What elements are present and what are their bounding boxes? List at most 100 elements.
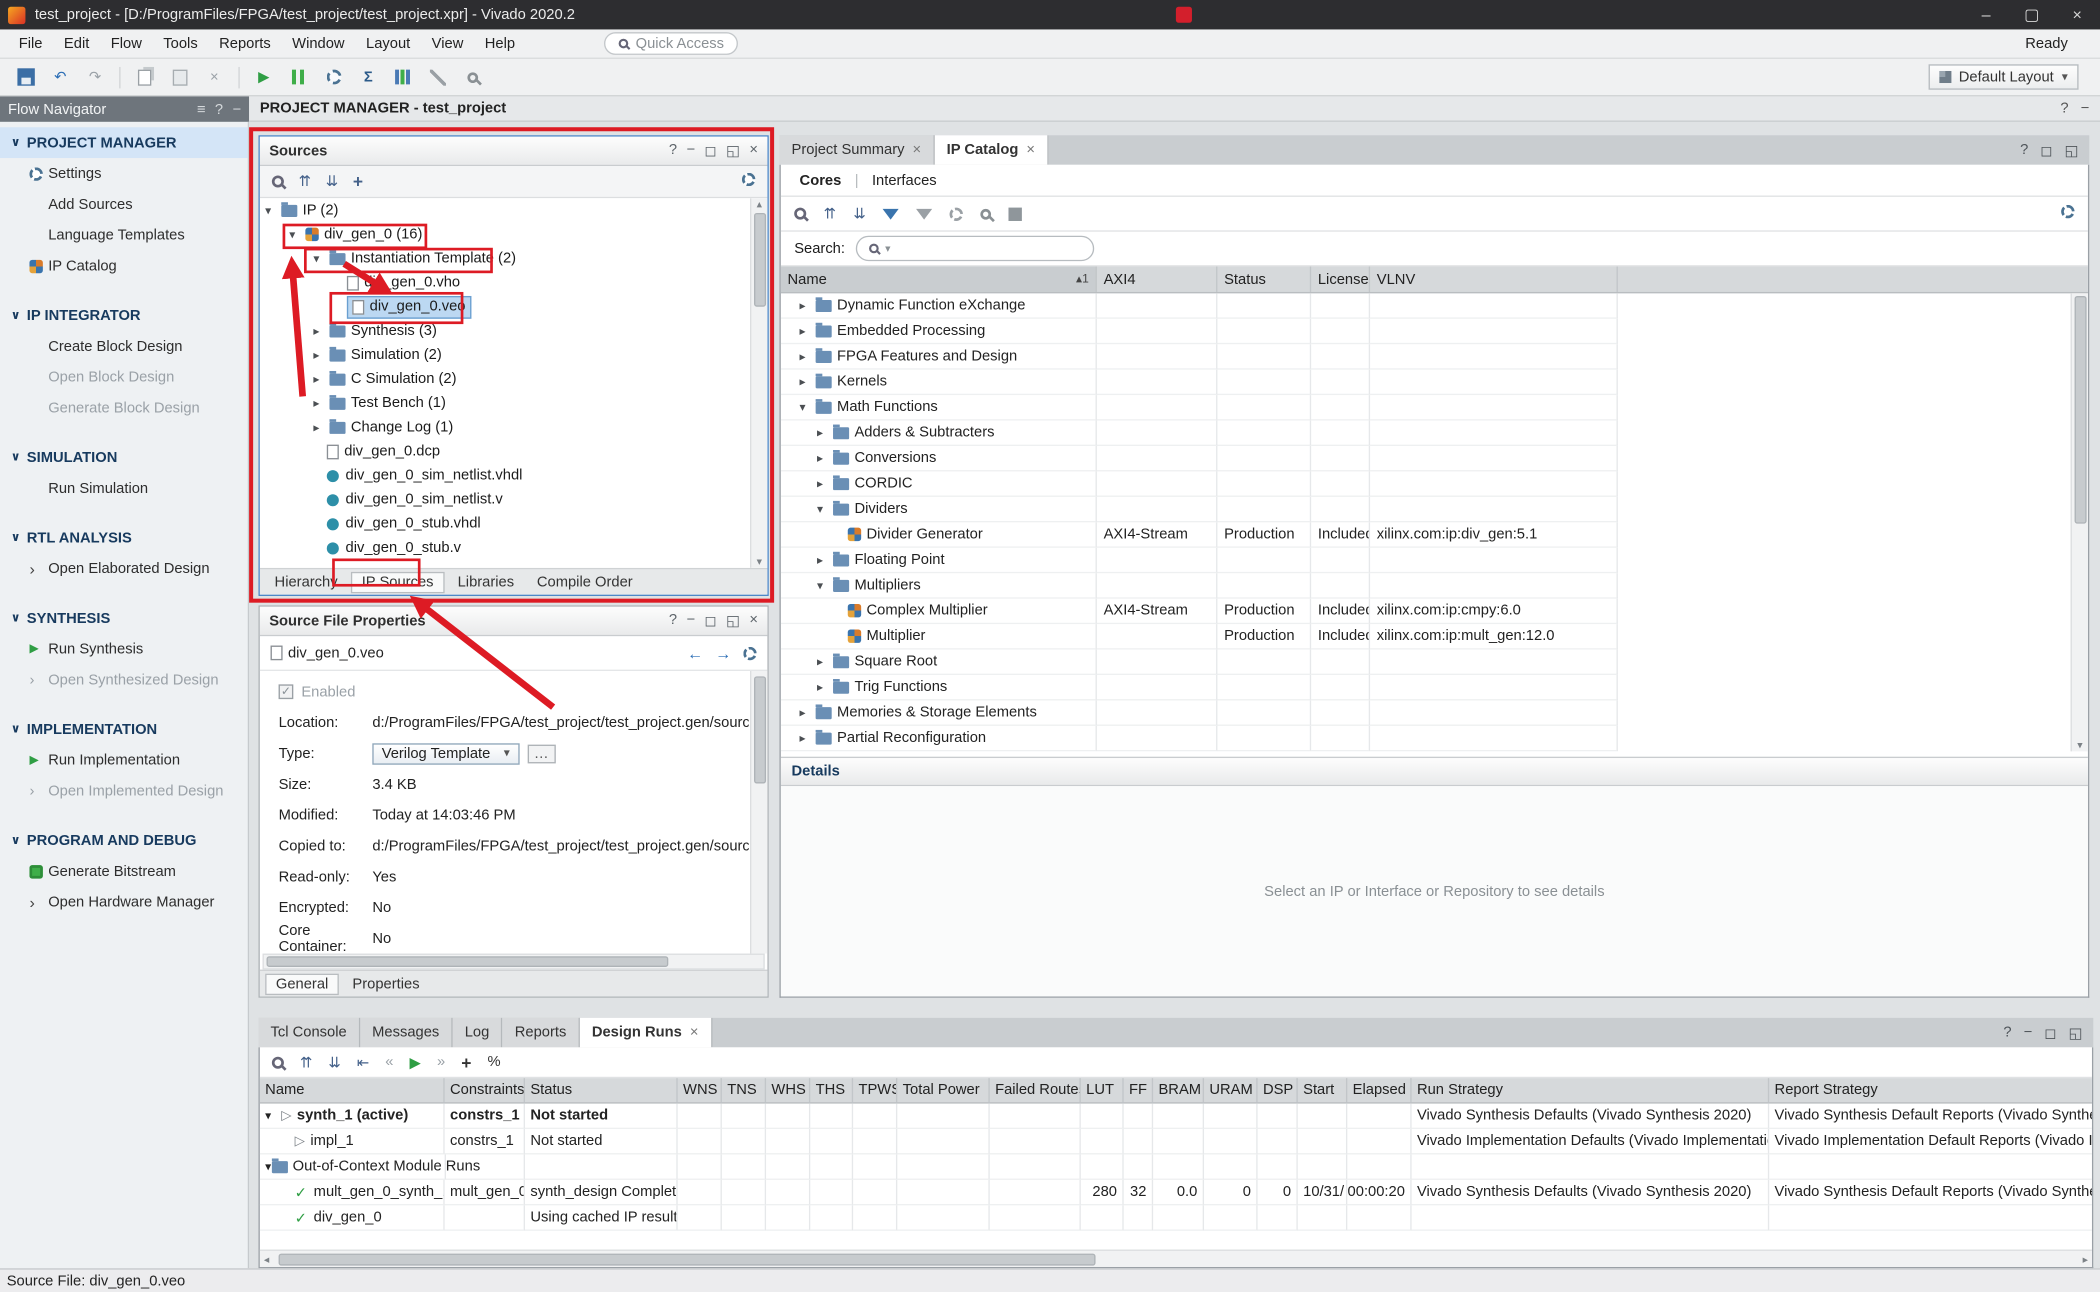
column-header[interactable]: LUT bbox=[1081, 1078, 1124, 1102]
maximize-icon[interactable]: ◱ bbox=[726, 142, 740, 159]
sidebar-item-implementation[interactable]: ∨ IMPLEMENTATION bbox=[0, 714, 248, 745]
menu-flow[interactable]: Flow bbox=[100, 29, 153, 57]
tree-row-change-log[interactable]: ▸ Change Log (1) bbox=[260, 415, 750, 439]
tree-row-simulation[interactable]: ▸ Simulation (2) bbox=[260, 343, 750, 367]
catalog-row[interactable]: ▸Conversions bbox=[781, 446, 2088, 471]
sidebar-item-ip-integrator[interactable]: ∨ IP INTEGRATOR bbox=[0, 300, 248, 331]
tree-row-stub-vhdl[interactable]: div_gen_0_stub.vhdl bbox=[260, 512, 750, 536]
catalog-row[interactable]: ▸FPGA Features and Design bbox=[781, 344, 2088, 369]
sum-button[interactable]: Σ bbox=[354, 62, 383, 91]
tab-project-summary[interactable]: Project Summary × bbox=[779, 135, 934, 164]
step-forward-icon[interactable]: » bbox=[437, 1054, 445, 1070]
sources-vertical-scrollbar[interactable]: ▴ ▾ bbox=[750, 198, 767, 568]
scroll-down-icon[interactable]: ▾ bbox=[2077, 739, 2082, 751]
column-header[interactable]: Run Strategy bbox=[1412, 1078, 1770, 1102]
catalog-row[interactable]: ▸CORDIC bbox=[781, 471, 2088, 496]
stop-icon[interactable] bbox=[1009, 207, 1022, 220]
collapse-all-icon[interactable]: ⇈ bbox=[300, 1053, 312, 1070]
scrollbar-thumb[interactable] bbox=[2074, 296, 2086, 524]
collapse-all-icon[interactable]: ⇈ bbox=[824, 205, 836, 222]
maximize-icon[interactable]: ◱ bbox=[2065, 141, 2079, 158]
sidebar-item-open-synthesized-design[interactable]: › Open Synthesized Design bbox=[0, 664, 248, 695]
column-header[interactable]: Start bbox=[1298, 1078, 1348, 1102]
sidebar-item-synthesis[interactable]: ∨ SYNTHESIS bbox=[0, 603, 248, 634]
sidebar-item-generate-block-design[interactable]: Generate Block Design bbox=[0, 392, 248, 423]
catalog-row-dividers[interactable]: ▾Dividers bbox=[781, 497, 2088, 522]
tab-messages[interactable]: Messages bbox=[360, 1018, 453, 1047]
maximize-icon[interactable]: ◱ bbox=[2069, 1024, 2083, 1041]
column-header[interactable]: Failed Routes bbox=[990, 1078, 1081, 1102]
copy-button[interactable] bbox=[130, 62, 159, 91]
tree-row-test-bench[interactable]: ▸ Test Bench (1) bbox=[260, 391, 750, 415]
minimize-icon[interactable]: − bbox=[686, 142, 695, 159]
float-icon[interactable]: ◻ bbox=[704, 142, 716, 159]
tree-row-dcp[interactable]: div_gen_0.dcp bbox=[260, 439, 750, 463]
tree-row-div-gen-0[interactable]: ▾ div_gen_0 (16) bbox=[260, 222, 750, 246]
scroll-down-icon[interactable]: ▾ bbox=[757, 556, 762, 568]
catalog-row[interactable]: ▸Trig Functions bbox=[781, 675, 2088, 700]
catalog-search-input[interactable]: ▾ bbox=[856, 236, 1094, 261]
workspace-minimize-icon[interactable]: − bbox=[2081, 100, 2090, 116]
edit-button[interactable] bbox=[423, 62, 452, 91]
sidebar-item-rtl-analysis[interactable]: ∨ RTL ANALYSIS bbox=[0, 522, 248, 553]
catalog-row-math-functions[interactable]: ▾Math Functions bbox=[781, 395, 2088, 420]
help-icon[interactable]: ? bbox=[669, 142, 677, 159]
scrollbar-thumb[interactable] bbox=[753, 213, 765, 307]
flow-navigator-collapse-icon[interactable]: − bbox=[232, 101, 241, 117]
menu-edit[interactable]: Edit bbox=[53, 29, 100, 57]
run-row-impl-1[interactable]: ▷impl_1 constrs_1 Not started Vivado Imp… bbox=[260, 1129, 2092, 1154]
type-select[interactable]: Verilog Template ▾ bbox=[372, 743, 519, 764]
type-more-button[interactable]: … bbox=[527, 744, 555, 763]
close-icon[interactable]: × bbox=[913, 142, 922, 158]
undo-button[interactable]: ↶ bbox=[46, 62, 75, 91]
search-icon[interactable] bbox=[794, 208, 806, 220]
column-header[interactable]: Total Power bbox=[897, 1078, 989, 1102]
catalog-row[interactable]: ▸Dynamic Function eXchange bbox=[781, 293, 2088, 318]
window-close-button[interactable]: × bbox=[2054, 0, 2100, 29]
column-header[interactable]: WHS bbox=[766, 1078, 810, 1102]
minimize-icon[interactable]: − bbox=[686, 612, 695, 629]
column-header[interactable]: Elapsed bbox=[1347, 1078, 1411, 1102]
tab-tcl-console[interactable]: Tcl Console bbox=[258, 1018, 360, 1047]
column-status[interactable]: Status bbox=[1217, 267, 1311, 292]
menu-view[interactable]: View bbox=[421, 29, 474, 57]
percent-icon[interactable]: % bbox=[487, 1054, 500, 1070]
run-row-synth-1[interactable]: ▾▷synth_1 (active) constrs_1 Not started… bbox=[260, 1104, 2092, 1129]
window-maximize-button[interactable]: ▢ bbox=[2009, 0, 2055, 29]
filter-icon[interactable] bbox=[883, 208, 899, 219]
repository-gear-icon[interactable] bbox=[950, 207, 963, 220]
tab-log[interactable]: Log bbox=[453, 1018, 503, 1047]
run-row-mult-gen-synth[interactable]: ✓mult_gen_0_synth_1 mult_gen_0 synth_des… bbox=[260, 1180, 2092, 1205]
tree-row-instantiation-template[interactable]: ▾ Instantiation Template (2) bbox=[260, 246, 750, 270]
close-icon[interactable]: × bbox=[749, 142, 758, 159]
gear-icon[interactable] bbox=[742, 173, 755, 186]
tab-properties[interactable]: Properties bbox=[343, 974, 429, 993]
settings-button[interactable] bbox=[319, 62, 348, 91]
tree-row-synthesis[interactable]: ▸ Synthesis (3) bbox=[260, 319, 750, 343]
menu-help[interactable]: Help bbox=[474, 29, 526, 57]
catalog-row[interactable]: ▸Kernels bbox=[781, 370, 2088, 395]
column-header[interactable]: FF bbox=[1124, 1078, 1153, 1102]
sidebar-item-open-elaborated-design[interactable]: › Open Elaborated Design bbox=[0, 553, 248, 584]
probe-button[interactable] bbox=[458, 62, 487, 91]
expand-all-icon[interactable]: ⇊ bbox=[853, 205, 865, 222]
layout-selector[interactable]: Default Layout ▾ bbox=[1928, 64, 2079, 89]
step-back-icon[interactable]: « bbox=[385, 1054, 393, 1070]
sidebar-item-run-simulation[interactable]: Run Simulation bbox=[0, 473, 248, 504]
save-button[interactable] bbox=[11, 62, 40, 91]
scroll-right-icon[interactable]: ▸ bbox=[2083, 1253, 2088, 1265]
column-header[interactable]: WNS bbox=[678, 1078, 722, 1102]
gear-icon[interactable] bbox=[743, 646, 756, 659]
sidebar-item-run-implementation[interactable]: ▶ Run Implementation bbox=[0, 745, 248, 776]
minimize-icon[interactable]: − bbox=[2024, 1025, 2033, 1041]
workspace-help-icon[interactable]: ? bbox=[2060, 100, 2068, 116]
sidebar-item-ip-catalog[interactable]: IP Catalog bbox=[0, 250, 248, 281]
sidebar-item-generate-bitstream[interactable]: Generate Bitstream bbox=[0, 856, 248, 887]
paste-button[interactable] bbox=[165, 62, 194, 91]
search-icon[interactable] bbox=[272, 1056, 284, 1068]
go-to-start-icon[interactable]: ⇤ bbox=[357, 1053, 369, 1070]
sidebar-item-language-templates[interactable]: Language Templates bbox=[0, 220, 248, 251]
column-header[interactable]: TPWS bbox=[853, 1078, 897, 1102]
tree-row-stub-v[interactable]: div_gen_0_stub.v bbox=[260, 536, 750, 560]
sidebar-item-settings[interactable]: Settings bbox=[0, 158, 248, 189]
